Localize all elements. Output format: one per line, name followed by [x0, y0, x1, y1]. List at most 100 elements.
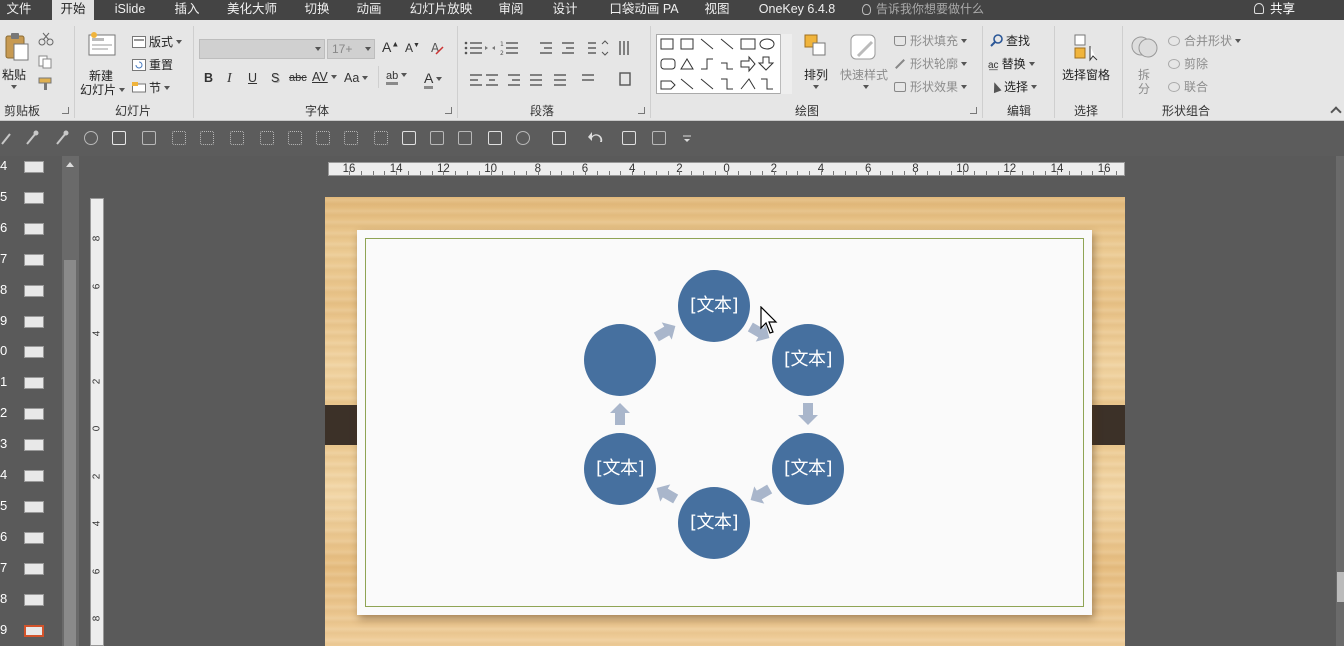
thumbnail-scrollbar[interactable] — [62, 156, 79, 646]
slide-thumbnail[interactable] — [24, 253, 44, 266]
font-size-combo[interactable]: 17+ — [327, 39, 375, 59]
slideshow-icon[interactable] — [142, 131, 156, 145]
animation-painter-icon[interactable] — [622, 131, 636, 145]
italic-button[interactable]: I — [227, 71, 232, 87]
eyedropper-line-icon[interactable] — [54, 130, 70, 146]
tab-file[interactable]: 文件 — [0, 0, 38, 20]
collapse-ribbon-icon[interactable] — [1330, 106, 1342, 118]
shape-merge-icon[interactable] — [516, 131, 530, 145]
drawing-launcher-icon[interactable] — [970, 107, 977, 114]
distribute-vertical-icon[interactable] — [344, 131, 358, 145]
ungroup-icon[interactable] — [458, 131, 472, 145]
subtract-label: 剪除 — [1184, 57, 1209, 71]
slide-thumbnail[interactable] — [24, 315, 44, 328]
layout-button[interactable]: 版式 — [132, 33, 183, 50]
union-button[interactable]: 联合 — [1168, 78, 1208, 95]
slide-thumbnail[interactable] — [24, 562, 44, 575]
tab-design[interactable]: 设计 — [546, 0, 584, 20]
tab-insert[interactable]: 插入 — [168, 0, 206, 20]
undo-icon[interactable] — [588, 130, 608, 146]
select-button[interactable]: 选择 — [990, 78, 1038, 95]
font-color-button[interactable]: A — [424, 70, 443, 89]
slide-thumbnail[interactable] — [24, 470, 44, 482]
customize-toolbar-icon[interactable] — [682, 134, 692, 144]
shape-gallery-scroll[interactable] — [780, 34, 792, 94]
subtract-button[interactable]: 剪除 — [1168, 55, 1208, 72]
slide-thumbnail[interactable] — [24, 531, 44, 544]
shape-gallery[interactable] — [656, 34, 792, 94]
merge-shapes-button[interactable]: 合并形状 — [1168, 32, 1242, 49]
char-spacing-button[interactable]: AV — [312, 70, 337, 84]
change-case-button[interactable]: Aa — [344, 71, 369, 85]
align-center-icon[interactable] — [200, 131, 214, 145]
tab-onekey[interactable]: OneKey 6.4.8 — [752, 0, 842, 20]
format-painter-icon[interactable] — [38, 77, 54, 91]
ruler-tick — [1033, 171, 1035, 175]
copy-icon[interactable] — [38, 55, 54, 69]
paragraph-launcher-icon[interactable] — [638, 107, 645, 114]
replace-button[interactable]: a͟c 替换 — [988, 55, 1035, 72]
tab-pocket-animation[interactable]: 口袋动画 PA — [604, 0, 684, 20]
grow-font-button[interactable]: A▲ — [382, 39, 399, 55]
slide-canvas[interactable]: [文本] [文本] [文本] [文本] [文本] — [325, 197, 1125, 646]
tab-home[interactable]: 开始 — [52, 0, 94, 20]
format-brush-icon[interactable] — [652, 131, 666, 145]
tab-view[interactable]: 视图 — [698, 0, 736, 20]
slide-thumbnail[interactable] — [24, 500, 44, 513]
share-button[interactable]: 共享 — [1254, 0, 1295, 20]
scroll-up-icon[interactable] — [66, 162, 74, 167]
tab-animations[interactable]: 动画 — [350, 0, 388, 20]
tab-slide-show[interactable]: 幻灯片放映 — [406, 0, 476, 20]
shape-effects-button[interactable]: 形状效果 — [894, 78, 968, 95]
slide-thumbnail[interactable] — [24, 346, 44, 359]
shape-fill-button[interactable]: 形状填充 — [894, 32, 968, 49]
paragraph-controls[interactable]: 1 2 — [462, 38, 642, 102]
slide-thumbnail[interactable] — [24, 191, 44, 204]
refresh-icon[interactable] — [84, 131, 98, 145]
find-button[interactable]: 查找 — [990, 32, 1030, 49]
slide-thumbnail[interactable] — [24, 439, 44, 452]
slide-thumbnail[interactable] — [24, 222, 44, 235]
reset-button[interactable]: 重置 — [132, 56, 173, 73]
tell-me-search[interactable]: 告诉我你想要做什么 — [862, 0, 984, 20]
slide-thumbnail[interactable] — [24, 624, 44, 637]
align-bottom-icon[interactable] — [230, 131, 244, 145]
cut-icon[interactable] — [38, 32, 54, 46]
clear-format-icon[interactable]: A — [430, 41, 444, 55]
slide-thumbnail[interactable] — [24, 408, 44, 421]
slide-thumbnail[interactable] — [24, 377, 44, 390]
shape-outline-button[interactable]: 形状轮廓 — [894, 55, 968, 72]
slide-thumbnail[interactable] — [24, 593, 44, 606]
highlight-button[interactable]: ab — [386, 70, 408, 85]
thumbnail-scroll-thumb[interactable] — [64, 260, 76, 646]
bold-button[interactable]: B — [204, 71, 213, 85]
section-button[interactable]: 节 — [132, 79, 171, 96]
eyedropper-icon[interactable] — [0, 130, 12, 146]
tab-transitions[interactable]: 切换 — [298, 0, 336, 20]
slide-scroll-thumb[interactable] — [1337, 572, 1344, 602]
strikethrough-button[interactable]: abc — [289, 72, 307, 84]
align-right-icon[interactable] — [260, 131, 274, 145]
save-icon[interactable] — [112, 131, 126, 145]
tab-beautify-master[interactable]: 美化大师 — [222, 0, 282, 20]
font-launcher-icon[interactable] — [445, 107, 452, 114]
tab-review[interactable]: 审阅 — [492, 0, 530, 20]
align-top-icon[interactable] — [288, 131, 302, 145]
eyedropper-fill-icon[interactable] — [24, 130, 40, 146]
shadow-button[interactable]: S — [271, 71, 279, 85]
textbox-icon[interactable] — [552, 131, 566, 145]
clipboard-launcher-icon[interactable] — [62, 107, 69, 114]
tab-islide[interactable]: iSlide — [110, 0, 150, 20]
underline-button[interactable]: U — [248, 71, 257, 85]
distribute-horizontal-icon[interactable] — [316, 131, 330, 145]
font-name-combo[interactable] — [199, 39, 325, 59]
presentation-icon[interactable] — [402, 131, 416, 145]
slide-scrollbar[interactable] — [1336, 156, 1344, 646]
keyboard-icon[interactable] — [488, 131, 502, 145]
slide-thumbnail[interactable] — [24, 284, 44, 297]
align-middle-icon[interactable] — [374, 131, 388, 145]
slide-thumbnail[interactable] — [24, 161, 44, 173]
group-icon[interactable] — [430, 131, 444, 145]
shrink-font-button[interactable]: A▼ — [405, 41, 420, 55]
align-left-icon[interactable] — [172, 131, 186, 145]
